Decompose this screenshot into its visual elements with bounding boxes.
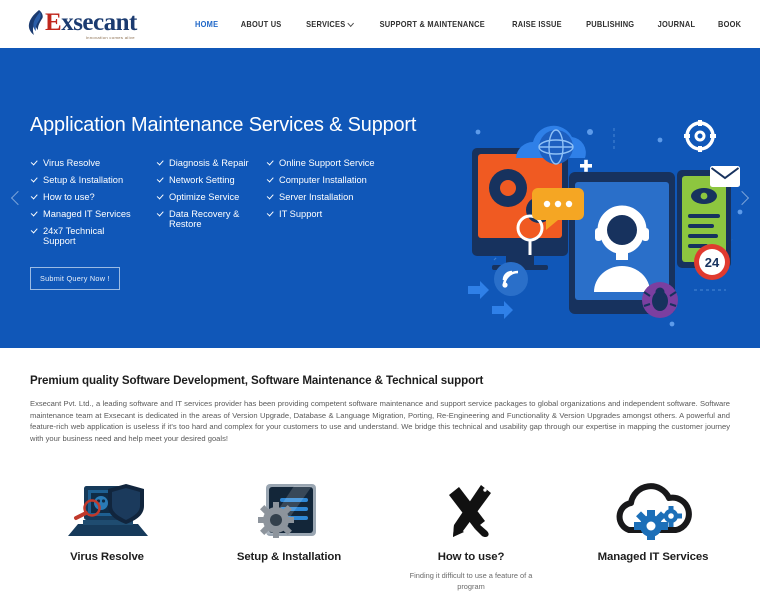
nav-item-publishing[interactable]: PUBLISHING xyxy=(577,14,644,35)
nav-label: PUBLISHING xyxy=(586,19,635,29)
cloud-gears-icon xyxy=(611,480,695,542)
logo-tagline: Innovation comes alive xyxy=(85,35,135,40)
logo-rest: xsecant xyxy=(61,9,137,36)
hero-feature-label: Online Support Service xyxy=(279,157,375,168)
nav-item-support-maintenance[interactable]: SUPPORT & MAINTENANCE xyxy=(371,14,495,35)
nav-item-journal[interactable]: JOURNAL xyxy=(649,14,705,35)
hero-feature-item: Optimize Service xyxy=(156,192,266,203)
hero-feature-label: Managed IT Services xyxy=(43,208,131,219)
hero-feature-label: Setup & Installation xyxy=(43,174,124,185)
hero-feature-label: Optimize Service xyxy=(169,191,240,202)
check-icon xyxy=(156,193,164,202)
hero-feature-item: Online Support Service xyxy=(266,158,406,169)
hero-feature-label: Server Installation xyxy=(279,191,354,202)
hero-feature-item: Setup & Installation xyxy=(30,175,156,186)
hero-title: Application Maintenance Services & Suppo… xyxy=(30,112,417,136)
hero-feature-item: Data Recovery & Restore xyxy=(156,209,266,230)
hero-banner: Application Maintenance Services & Suppo… xyxy=(0,48,760,348)
service-card-how-to-use[interactable]: How to use? Finding it difficult to use … xyxy=(380,480,562,592)
logo-initial: E xyxy=(45,9,62,36)
intro-paragraph: Exsecant Pvt. Ltd., a leading software a… xyxy=(30,399,730,443)
svg-text:24: 24 xyxy=(705,255,720,270)
site-logo[interactable]: Exsecant Innovation comes alive xyxy=(28,9,150,40)
hero-content: Application Maintenance Services & Suppo… xyxy=(30,48,460,348)
intro-section: Premium quality Software Development, So… xyxy=(0,348,760,445)
hero-feature-columns: Virus Resolve Setup & Installation How t… xyxy=(30,158,460,247)
nav-label: SERVICES xyxy=(305,19,346,29)
hero-feature-label: Virus Resolve xyxy=(43,157,101,168)
hero-feature-item: Diagnosis & Repair xyxy=(156,158,266,169)
nav-item-home[interactable]: HOME xyxy=(186,14,228,35)
pencil-brush-icon xyxy=(441,480,501,542)
logo-wordmark: Exsecant xyxy=(45,10,137,35)
check-icon xyxy=(30,210,38,219)
hero-feature-label: Diagnosis & Repair xyxy=(169,157,249,168)
nav-label: JOURNAL xyxy=(657,19,696,29)
hero-feature-column-3: Online Support Service Computer Installa… xyxy=(266,158,406,247)
window-gear-icon xyxy=(254,480,324,542)
service-card-title: Virus Resolve xyxy=(70,551,144,564)
hero-feature-label: Data Recovery & Restore xyxy=(169,208,240,230)
nav-label: BOOK xyxy=(718,19,742,29)
nav-item-services[interactable]: SERVICES xyxy=(296,14,362,35)
service-card-title: Setup & Installation xyxy=(236,551,342,564)
hero-feature-item: Network Setting xyxy=(156,175,266,186)
check-icon xyxy=(266,210,274,219)
nav-label: SUPPORT & MAINTENANCE xyxy=(379,19,486,29)
flame-icon xyxy=(28,10,43,35)
hero-feature-item: Managed IT Services xyxy=(30,209,156,220)
check-icon xyxy=(156,210,164,219)
hero-feature-column-2: Diagnosis & Repair Network Setting Optim… xyxy=(156,158,266,247)
hero-feature-item: How to use? xyxy=(30,192,156,203)
nav-label: RAISE ISSUE xyxy=(512,19,562,29)
check-icon xyxy=(266,159,274,168)
hero-feature-item: Virus Resolve xyxy=(30,158,156,169)
service-card-title: How to use? xyxy=(437,551,505,564)
hero-feature-label: Computer Installation xyxy=(279,174,367,185)
intro-heading: Premium quality Software Development, So… xyxy=(30,374,484,387)
service-card-desc: Finding it difficult to use a feature of… xyxy=(409,571,533,592)
nav-item-about-us[interactable]: ABOUT US xyxy=(232,14,291,35)
carousel-prev-arrow-icon[interactable] xyxy=(10,188,24,208)
nav-label: ABOUT US xyxy=(241,19,282,29)
main-navigation: HOME ABOUT US SERVICES SUPPORT & MAINTEN… xyxy=(184,14,760,35)
submit-query-button[interactable]: Submit Query Now ! xyxy=(30,266,120,290)
service-card-managed-it-services[interactable]: Managed IT Services xyxy=(562,480,744,592)
nav-item-raise-issue[interactable]: RAISE ISSUE xyxy=(503,14,571,35)
check-icon xyxy=(266,176,274,185)
chevron-down-icon xyxy=(348,20,354,26)
hero-feature-column-1: Virus Resolve Setup & Installation How t… xyxy=(30,158,156,247)
hero-feature-label: How to use? xyxy=(43,191,95,202)
check-icon xyxy=(30,227,38,236)
laptop-shield-icon xyxy=(64,480,150,542)
check-icon xyxy=(30,193,38,202)
hero-feature-item: Computer Installation xyxy=(266,175,406,186)
hero-feature-label: 24x7 Technical Support xyxy=(43,225,105,247)
hero-illustration: 24 xyxy=(468,120,743,327)
check-icon xyxy=(156,176,164,185)
hero-feature-label: IT Support xyxy=(279,208,323,219)
service-card-title: Managed IT Services xyxy=(597,551,709,564)
hero-feature-item: IT Support xyxy=(266,209,406,220)
service-card-virus-resolve[interactable]: Virus Resolve xyxy=(16,480,198,592)
nav-item-book[interactable]: BOOK xyxy=(709,14,751,35)
hero-feature-item: 24x7 Technical Support xyxy=(30,226,156,247)
hero-feature-label: Network Setting xyxy=(169,174,235,185)
check-icon xyxy=(30,176,38,185)
check-icon xyxy=(30,159,38,168)
services-cards: Virus Resolve Setup & Installation How t… xyxy=(0,480,760,592)
nav-label: HOME xyxy=(195,19,219,29)
site-header: Exsecant Innovation comes alive HOME ABO… xyxy=(0,0,760,48)
check-icon xyxy=(156,159,164,168)
nav-item-others[interactable]: OTHERS xyxy=(755,14,760,35)
check-icon xyxy=(266,193,274,202)
service-card-setup-installation[interactable]: Setup & Installation xyxy=(198,480,380,592)
hero-feature-item: Server Installation xyxy=(266,192,406,203)
